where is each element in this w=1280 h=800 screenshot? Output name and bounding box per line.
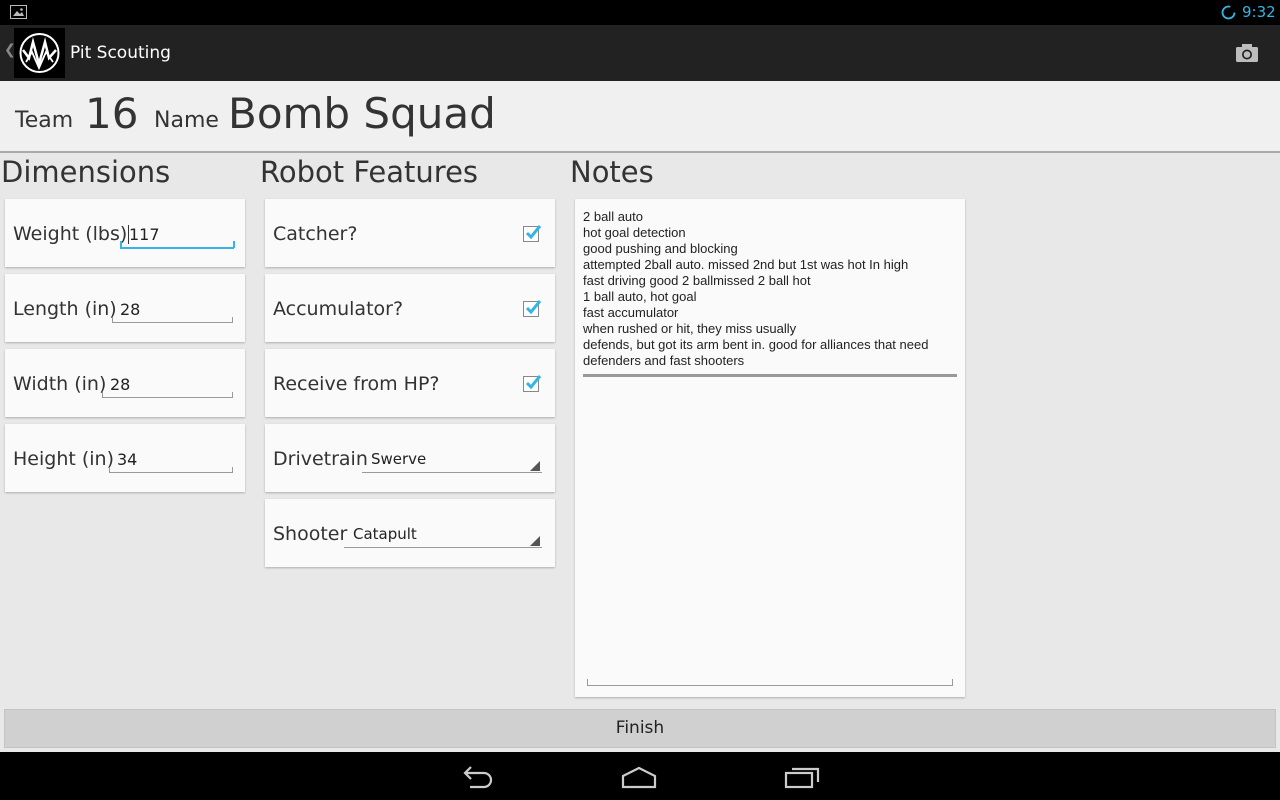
navigation-bar [0, 752, 1280, 800]
catcher-label: Catcher? [273, 223, 358, 245]
shooter-dropdown-underline [344, 547, 542, 548]
drivetrain-label: Drivetrain [273, 448, 368, 470]
notes-line: fast driving good 2 ballmissed 2 ball ho… [583, 273, 811, 288]
new-note-input[interactable] [583, 381, 957, 686]
height-card: Height (in) 34 [5, 424, 245, 492]
notes-line: defenders and fast shooters [583, 353, 745, 365]
height-field-underline [109, 472, 233, 473]
length-card: Length (in) 28 [5, 274, 245, 342]
height-field-tick-left [109, 467, 110, 473]
catcher-card[interactable]: Catcher? [265, 199, 555, 267]
new-note-underline [587, 685, 953, 686]
team-header: Team 16 Name Bomb Squad [0, 81, 1280, 153]
notes-line: fast accumulator [583, 305, 679, 320]
notes-card: 2 ball auto hot goal detection good push… [575, 199, 965, 697]
width-field-tick-right [232, 392, 233, 398]
back-icon[interactable] [458, 764, 496, 790]
width-field-underline [102, 397, 233, 398]
receive-hp-label: Receive from HP? [273, 373, 440, 395]
drivetrain-dropdown-underline [362, 472, 542, 473]
weight-field[interactable]: 117 [129, 225, 160, 244]
length-field[interactable]: 28 [120, 300, 140, 319]
new-note-tick-right [952, 679, 953, 686]
name-label: Name [154, 108, 219, 133]
status-bar: 9:32 [0, 0, 1280, 25]
checkmark-icon [525, 225, 542, 240]
drivetrain-dropdown[interactable]: Swerve [362, 444, 544, 476]
shooter-card: Shooter Catapult [265, 499, 555, 567]
accumulator-label: Accumulator? [273, 298, 404, 320]
team-name: Bomb Squad [228, 89, 496, 138]
team-number: 16 [85, 89, 139, 138]
notes-line: 2 ball auto [583, 209, 643, 224]
notes-line: attempted 2ball auto. missed 2nd but 1st… [583, 257, 909, 272]
notes-title: Notes [570, 155, 654, 189]
length-field-underline [112, 322, 233, 323]
notes-line: defends, but got its arm bent in. good f… [583, 337, 929, 352]
accumulator-card[interactable]: Accumulator? [265, 274, 555, 342]
team-logo[interactable] [14, 28, 65, 78]
weight-field-tick-left [120, 241, 122, 248]
receive-hp-checkbox[interactable] [523, 375, 542, 392]
height-field[interactable]: 34 [117, 450, 137, 469]
weight-field-tick-right [233, 241, 235, 248]
gallery-icon [10, 5, 27, 19]
action-bar: ❮ Pit Scouting [0, 25, 1280, 81]
notes-line: when rushed or hit, they miss usually [583, 321, 797, 336]
team-label: Team [15, 108, 74, 133]
width-label: Width (in) [13, 373, 107, 395]
notes-line: good pushing and blocking [583, 241, 738, 256]
accumulator-checkbox[interactable] [523, 300, 542, 317]
height-field-tick-right [232, 467, 233, 473]
checkmark-icon [525, 300, 542, 315]
app-title: Pit Scouting [70, 43, 171, 63]
height-label: Height (in) [13, 448, 114, 470]
recent-apps-icon[interactable] [783, 764, 821, 790]
shooter-label: Shooter [273, 523, 348, 545]
width-field-tick-left [102, 392, 103, 398]
home-icon[interactable] [620, 764, 658, 790]
weight-label: Weight (lbs) [13, 223, 128, 245]
status-time: 9:32 [1242, 3, 1276, 21]
new-note-tick-left [587, 679, 588, 686]
receive-hp-card[interactable]: Receive from HP? [265, 349, 555, 417]
width-field[interactable]: 28 [110, 375, 130, 394]
notes-divider[interactable] [583, 374, 957, 377]
text-cursor [128, 225, 129, 244]
notes-text-area[interactable]: 2 ball auto hot goal detection good push… [583, 209, 955, 365]
sync-spinner-icon [1221, 5, 1236, 20]
notes-line: hot goal detection [583, 225, 686, 240]
shooter-selected: Catapult [353, 525, 417, 543]
length-field-tick-right [232, 317, 233, 323]
dimensions-title: Dimensions [1, 155, 171, 189]
width-card: Width (in) 28 [5, 349, 245, 417]
weight-card: Weight (lbs) 117 [5, 199, 245, 267]
camera-icon[interactable] [1232, 39, 1262, 67]
dropdown-arrow-icon [530, 461, 540, 471]
dropdown-arrow-icon [530, 536, 540, 546]
weight-field-underline [120, 247, 234, 249]
catcher-checkbox[interactable] [523, 225, 542, 242]
length-label: Length (in) [13, 298, 117, 320]
notes-line: 1 ball auto, hot goal [583, 289, 697, 304]
drivetrain-card: Drivetrain Swerve [265, 424, 555, 492]
shooter-dropdown[interactable]: Catapult [344, 519, 544, 551]
drivetrain-selected: Swerve [371, 450, 427, 468]
robot-features-title: Robot Features [260, 155, 479, 189]
finish-button[interactable]: Finish [4, 709, 1276, 748]
checkmark-icon [525, 375, 542, 390]
length-field-tick-left [112, 317, 113, 323]
